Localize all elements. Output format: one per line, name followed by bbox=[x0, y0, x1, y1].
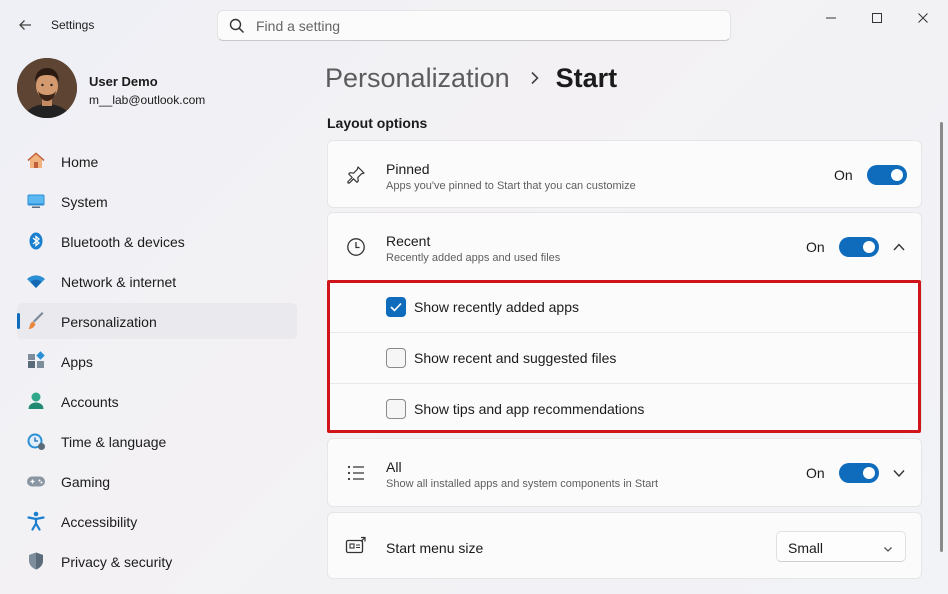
chevron-right-icon bbox=[530, 71, 540, 85]
show-recent-apps-checkbox[interactable] bbox=[386, 297, 406, 317]
apps-icon bbox=[26, 351, 46, 371]
breadcrumb-parent[interactable]: Personalization bbox=[325, 63, 510, 94]
bluetooth-icon bbox=[26, 231, 46, 251]
search-box[interactable] bbox=[217, 10, 731, 41]
checkbox-label: Show recently added apps bbox=[414, 299, 579, 315]
sidebar-item-personalization[interactable]: Personalization bbox=[17, 303, 297, 339]
pinned-title: Pinned bbox=[386, 161, 430, 177]
recent-description: Recently added apps and used files bbox=[386, 252, 561, 264]
app-title: Settings bbox=[51, 18, 95, 32]
sidebar-item-label: Network & internet bbox=[61, 274, 177, 290]
system-icon bbox=[26, 191, 46, 211]
chevron-down-icon bbox=[883, 541, 893, 559]
avatar bbox=[17, 58, 77, 118]
close-button[interactable] bbox=[900, 4, 946, 32]
close-icon bbox=[918, 13, 928, 23]
accounts-icon bbox=[26, 391, 46, 411]
recent-option-row[interactable]: Show tips and app recommendations bbox=[328, 383, 923, 434]
user-name: User Demo bbox=[89, 74, 158, 89]
sidebar-item-home[interactable]: Home bbox=[17, 143, 297, 179]
sidebar-item-label: Personalization bbox=[61, 314, 157, 330]
sidebar-item-label: System bbox=[61, 194, 108, 210]
recent-setting-card: Recent Recently added apps and used file… bbox=[327, 212, 923, 434]
back-button[interactable] bbox=[12, 12, 38, 38]
minimize-button[interactable] bbox=[808, 4, 854, 32]
recent-toggle-label: On bbox=[806, 239, 825, 255]
sidebar-item-bluetooth[interactable]: Bluetooth & devices bbox=[17, 223, 297, 259]
shield-icon bbox=[26, 551, 46, 571]
page-title: Start bbox=[555, 62, 618, 93]
minimize-icon bbox=[826, 17, 836, 19]
start-menu-size-icon bbox=[345, 535, 367, 557]
title-bar: Settings bbox=[0, 0, 948, 50]
chevron-up-icon[interactable] bbox=[890, 238, 908, 256]
sidebar-item-system[interactable]: System bbox=[17, 183, 297, 219]
sidebar-item-time-language[interactable]: Time & language bbox=[17, 423, 297, 459]
home-icon bbox=[26, 151, 46, 171]
gamepad-icon bbox=[26, 471, 46, 491]
sidebar-item-label: Apps bbox=[61, 354, 93, 370]
recent-option-row[interactable]: Show recent and suggested files bbox=[328, 332, 923, 383]
chevron-down-icon[interactable] bbox=[890, 464, 908, 482]
time-language-icon bbox=[26, 431, 46, 451]
all-description: Show all installed apps and system compo… bbox=[386, 478, 659, 490]
back-arrow-icon bbox=[19, 20, 31, 30]
list-icon bbox=[345, 462, 367, 484]
all-setting-card: All Show all installed apps and system c… bbox=[327, 438, 922, 507]
recent-toggle[interactable] bbox=[838, 237, 879, 257]
sidebar-item-accounts[interactable]: Accounts bbox=[17, 383, 297, 419]
sidebar-item-accessibility[interactable]: Accessibility bbox=[17, 503, 297, 539]
pinned-toggle-group: On bbox=[834, 165, 907, 185]
section-title: Layout options bbox=[327, 115, 428, 131]
pinned-setting-card: Pinned Apps you've pinned to Start that … bbox=[327, 140, 922, 208]
search-input[interactable] bbox=[256, 11, 716, 40]
all-toggle-group: On bbox=[806, 463, 879, 483]
wifi-icon bbox=[26, 271, 46, 291]
all-toggle-label: On bbox=[806, 465, 825, 481]
sidebar-item-label: Gaming bbox=[61, 474, 111, 490]
main-scrollbar[interactable] bbox=[940, 122, 943, 552]
clock-icon bbox=[345, 236, 367, 258]
maximize-icon bbox=[872, 13, 882, 23]
recent-toggle-group: On bbox=[806, 237, 879, 257]
show-tips-checkbox[interactable] bbox=[386, 399, 406, 419]
checkbox-label: Show recent and suggested files bbox=[414, 350, 617, 366]
sidebar-item-privacy[interactable]: Privacy & security bbox=[17, 543, 297, 579]
recent-option-row[interactable]: Show recently added apps bbox=[328, 281, 923, 332]
brush-icon bbox=[26, 311, 46, 331]
sidebar-item-label: Home bbox=[61, 154, 99, 170]
menu-size-value: Small bbox=[788, 540, 824, 556]
sidebar-item-label: Time & language bbox=[61, 434, 167, 450]
user-email: m__lab@outlook.com bbox=[89, 93, 206, 107]
sidebar-item-network[interactable]: Network & internet bbox=[17, 263, 297, 299]
checkmark-icon bbox=[390, 302, 402, 312]
accessibility-icon bbox=[26, 511, 46, 531]
maximize-button[interactable] bbox=[854, 4, 900, 32]
pinned-description: Apps you've pinned to Start that you can… bbox=[386, 180, 636, 192]
sidebar-item-label: Accessibility bbox=[61, 514, 138, 530]
menu-size-title: Start menu size bbox=[386, 540, 484, 556]
all-title: All bbox=[386, 459, 402, 475]
checkbox-label: Show tips and app recommendations bbox=[414, 401, 645, 417]
show-recent-files-checkbox[interactable] bbox=[386, 348, 406, 368]
pinned-toggle-label: On bbox=[834, 167, 853, 183]
pinned-toggle[interactable] bbox=[866, 165, 907, 185]
all-toggle[interactable] bbox=[838, 463, 879, 483]
sidebar-item-apps[interactable]: Apps bbox=[17, 343, 297, 379]
search-icon bbox=[229, 18, 245, 39]
sidebar-item-label: Bluetooth & devices bbox=[61, 234, 185, 250]
sidebar-nav: Home System Bluetooth & devices Network … bbox=[17, 143, 297, 583]
recent-title: Recent bbox=[386, 233, 431, 249]
menu-size-dropdown[interactable]: Small bbox=[776, 531, 906, 562]
pin-icon bbox=[345, 164, 367, 186]
sidebar-item-label: Privacy & security bbox=[61, 554, 173, 570]
breadcrumb: Personalization Start bbox=[325, 60, 617, 96]
sidebar-item-label: Accounts bbox=[61, 394, 119, 410]
sidebar-item-gaming[interactable]: Gaming bbox=[17, 463, 297, 499]
